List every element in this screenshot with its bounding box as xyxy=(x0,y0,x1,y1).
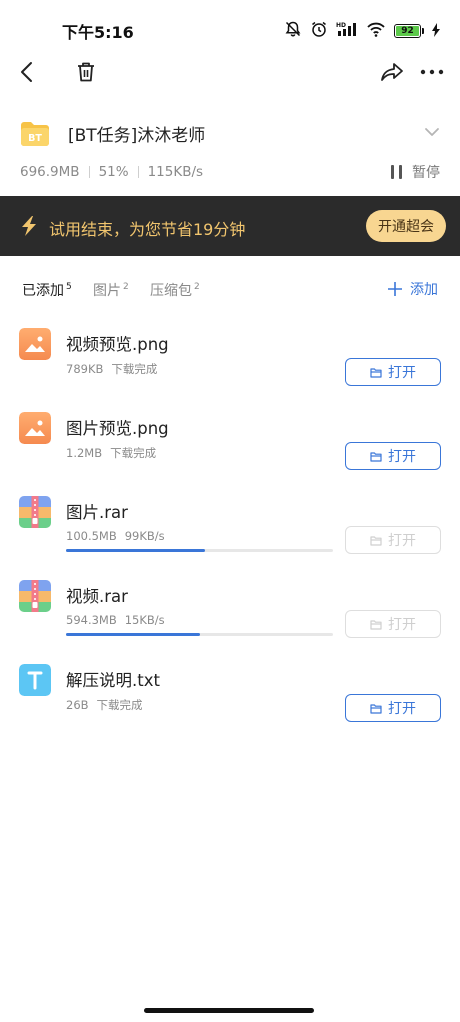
battery-level: 92 xyxy=(396,26,419,36)
folder-icon xyxy=(370,367,382,378)
folder-icon xyxy=(370,535,382,546)
list-item[interactable]: 视频预览.png 789KB 下载完成 打开 xyxy=(0,328,460,400)
more-icon[interactable] xyxy=(418,58,446,86)
file-name: 图片.rar xyxy=(66,503,128,522)
list-item[interactable]: 图片.rar 100.5MB 99KB/s 打开 xyxy=(0,496,460,568)
add-label: 添加 xyxy=(410,282,438,298)
status-icons: HD 92 xyxy=(284,20,440,42)
image-file-icon xyxy=(19,412,51,444)
battery-icon: 92 xyxy=(394,24,424,38)
stat-divider xyxy=(88,166,90,178)
pause-button[interactable]: 暂停 xyxy=(391,162,440,182)
tab-label: 图片 xyxy=(93,283,121,299)
list-item[interactable]: 视频.rar 594.3MB 15KB/s 打开 xyxy=(0,580,460,652)
archive-file-icon xyxy=(19,496,51,528)
svg-text:HD: HD xyxy=(336,22,346,29)
file-size: 26B xyxy=(66,698,89,712)
wifi-icon xyxy=(366,21,386,41)
download-progress xyxy=(66,549,333,552)
file-name: 图片预览.png xyxy=(66,419,169,438)
tab-label: 压缩包 xyxy=(150,283,192,299)
back-icon[interactable] xyxy=(14,58,40,86)
tab-archives[interactable]: 压缩包 2 xyxy=(150,280,200,300)
task-speed: 115KB/s xyxy=(147,164,204,180)
file-status: 下载完成 xyxy=(111,362,158,376)
open-button[interactable]: 打开 xyxy=(345,442,441,470)
file-meta: 26B 下载完成 xyxy=(66,697,143,713)
alarm-icon xyxy=(310,20,328,42)
progress-fill xyxy=(66,633,200,636)
list-item[interactable]: 解压说明.txt 26B 下载完成 打开 xyxy=(0,664,460,736)
pause-icon xyxy=(391,165,402,179)
open-label: 打开 xyxy=(388,701,416,717)
task-percent: 51% xyxy=(98,164,129,180)
stat-divider xyxy=(137,166,139,178)
charging-icon xyxy=(432,22,440,41)
file-meta: 789KB 下载完成 xyxy=(66,361,157,377)
tab-count: 2 xyxy=(123,282,129,292)
upgrade-button[interactable]: 开通超会 xyxy=(366,210,446,242)
file-meta: 100.5MB 99KB/s xyxy=(66,529,165,543)
file-size: 100.5MB xyxy=(66,529,117,543)
status-time: 下午5:16 xyxy=(62,23,134,42)
trash-icon[interactable] xyxy=(73,58,99,86)
file-size: 1.2MB xyxy=(66,446,103,460)
chevron-down-icon[interactable] xyxy=(424,122,440,141)
file-status: 下载完成 xyxy=(110,446,157,460)
tab-label: 已添加 xyxy=(22,283,64,299)
file-size: 789KB xyxy=(66,362,104,376)
pause-label: 暂停 xyxy=(412,165,440,181)
file-name: 视频预览.png xyxy=(66,335,169,354)
share-icon[interactable] xyxy=(378,58,406,86)
file-name: 解压说明.txt xyxy=(66,671,160,690)
task-title: [BT任务]沐沐老师 xyxy=(68,126,206,146)
download-progress xyxy=(66,633,333,636)
tab-count: 5 xyxy=(66,282,72,292)
trial-banner: 试用结束，为您节省19分钟 开通超会 xyxy=(0,196,460,256)
file-speed: 99KB/s xyxy=(124,529,165,543)
tab-images[interactable]: 图片 2 xyxy=(93,280,129,300)
open-button[interactable]: 打开 xyxy=(345,358,441,386)
open-button[interactable]: 打开 xyxy=(345,610,441,638)
archive-file-icon xyxy=(19,580,51,612)
task-header: BT [BT任务]沐沐老师 696.9MB 51% 115KB/s 暂停 xyxy=(0,112,460,192)
open-label: 打开 xyxy=(388,533,416,549)
file-tabs: 已添加 5 图片 2 压缩包 2 添加 xyxy=(0,276,460,304)
open-label: 打开 xyxy=(388,449,416,465)
file-name: 视频.rar xyxy=(66,587,128,606)
plus-icon xyxy=(388,282,402,296)
open-label: 打开 xyxy=(388,617,416,633)
bt-folder-icon: BT xyxy=(20,118,50,148)
mute-icon xyxy=(284,20,302,42)
tab-count: 2 xyxy=(194,282,200,292)
tab-added[interactable]: 已添加 5 xyxy=(22,280,72,300)
text-file-icon xyxy=(19,664,51,696)
file-status: 下载完成 xyxy=(96,698,143,712)
folder-icon xyxy=(370,451,382,462)
signal-icon: HD xyxy=(336,21,358,41)
image-file-icon xyxy=(19,328,51,360)
add-button[interactable]: 添加 xyxy=(388,279,438,299)
file-meta: 594.3MB 15KB/s xyxy=(66,613,165,627)
task-size: 696.9MB xyxy=(20,164,80,180)
home-indicator[interactable] xyxy=(144,1008,314,1013)
open-button[interactable]: 打开 xyxy=(345,694,441,722)
status-bar: 下午5:16 HD 92 xyxy=(0,0,460,52)
folder-icon xyxy=(370,703,382,714)
lightning-icon xyxy=(19,215,39,241)
top-bar xyxy=(0,52,460,94)
trial-text: 试用结束，为您节省19分钟 xyxy=(49,220,246,239)
folder-icon xyxy=(370,619,382,630)
open-button[interactable]: 打开 xyxy=(345,526,441,554)
progress-fill xyxy=(66,549,205,552)
file-meta: 1.2MB 下载完成 xyxy=(66,445,156,461)
bt-badge-text: BT xyxy=(28,133,42,144)
list-item[interactable]: 图片预览.png 1.2MB 下载完成 打开 xyxy=(0,412,460,484)
task-stats: 696.9MB 51% 115KB/s xyxy=(20,164,203,180)
open-label: 打开 xyxy=(388,365,416,381)
file-speed: 15KB/s xyxy=(124,613,165,627)
file-size: 594.3MB xyxy=(66,613,117,627)
